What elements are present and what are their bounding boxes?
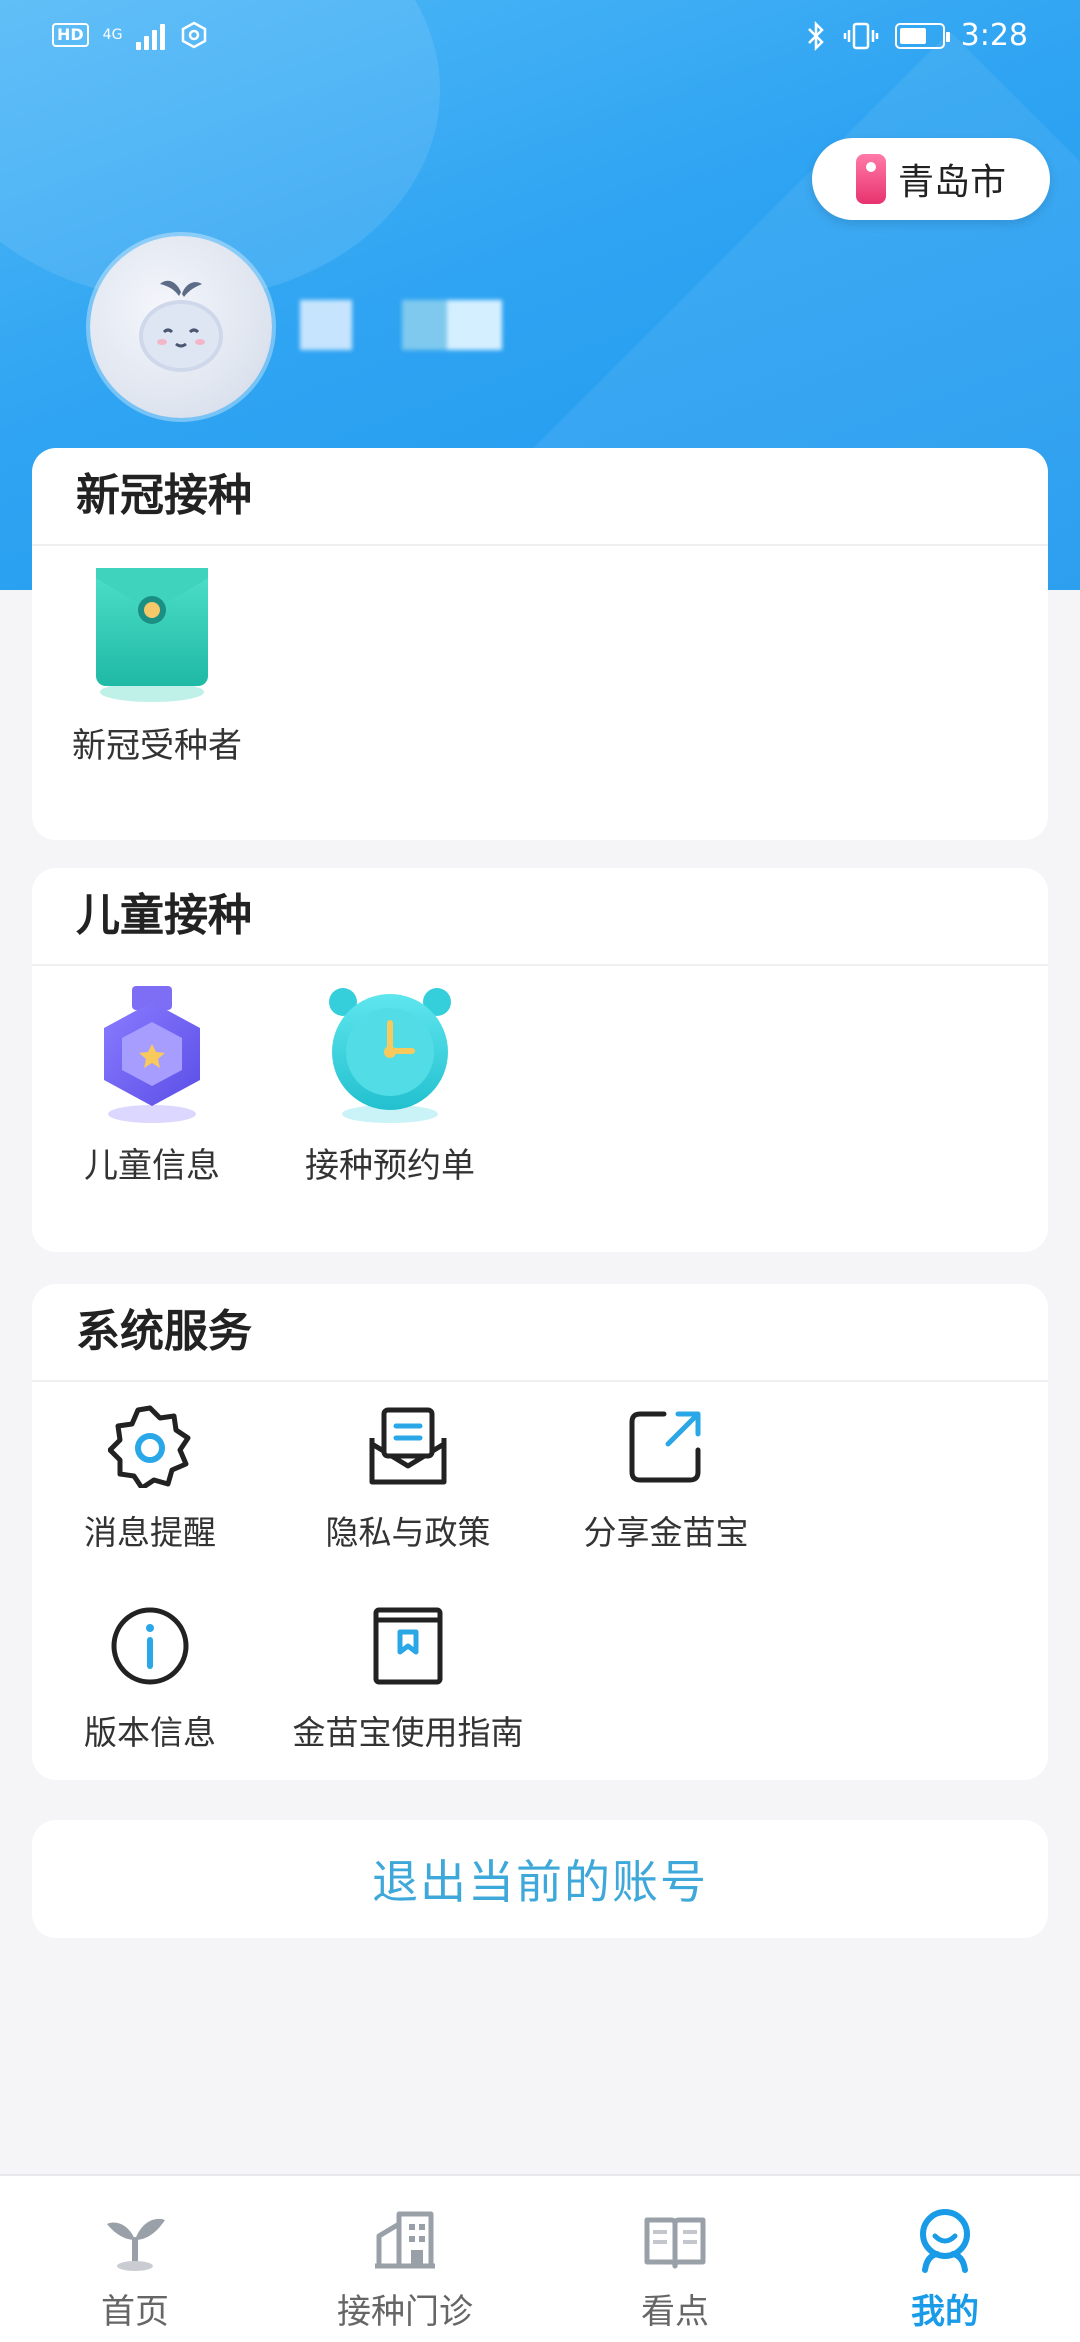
section-title-child: 儿童接种 [32, 868, 1048, 966]
tile-label: 接种预约单 [305, 1146, 475, 1186]
covid-recipient-tile[interactable]: 新冠受种者 [72, 560, 242, 767]
nav-item-mine[interactable]: 我的 [810, 2176, 1080, 2342]
tile-label: 隐私与政策 [325, 1513, 491, 1552]
network-type: 4G [102, 27, 123, 43]
nav-label: 首页 [101, 2292, 169, 2332]
hexagon-status-icon [182, 21, 207, 49]
child-vaccination-card: 儿童接种 儿童信息 接种预约单 [32, 868, 1048, 1252]
document-icon [369, 1407, 447, 1485]
tile-label: 儿童信息 [84, 1146, 220, 1186]
profile-icon [920, 2209, 970, 2273]
section-title-covid: 新冠接种 [32, 448, 1048, 546]
status-bar: HD 4G 3:28 [0, 0, 1080, 76]
nav-label: 我的 [911, 2292, 979, 2332]
status-time: 3:28 [960, 18, 1028, 53]
nav-item-highlights[interactable]: 看点 [540, 2176, 810, 2342]
hd-badge: HD [52, 23, 89, 47]
signal-icon [136, 20, 166, 50]
medal-icon [104, 986, 200, 1123]
section-title-system: 系统服务 [32, 1284, 1048, 1382]
tile-label: 版本信息 [84, 1713, 216, 1752]
user-guide-tile[interactable]: 金苗宝使用指南 [278, 1604, 538, 1754]
username-redacted [300, 300, 502, 350]
nav-item-home[interactable]: 首页 [0, 2176, 270, 2342]
book-open-icon [644, 2217, 706, 2269]
logout-button[interactable]: 退出当前的账号 [32, 1820, 1048, 1938]
bluetooth-icon [807, 20, 824, 51]
system-services-card: 系统服务 消息提醒 隐私与政策 分享金苗宝 版本信息 金苗宝使用指南 [32, 1284, 1048, 1780]
vibrate-icon [843, 22, 878, 49]
share-icon [629, 1411, 701, 1483]
logout-label: 退出当前的账号 [372, 1855, 708, 1909]
sprout-icon [107, 2218, 165, 2271]
tile-label: 金苗宝使用指南 [292, 1713, 524, 1752]
bottom-navigation: 首页 接种门诊 看点 我的 [0, 2174, 1080, 2342]
avatar[interactable] [90, 236, 272, 418]
message-reminder-tile[interactable]: 消息提醒 [50, 1404, 250, 1554]
city-selector-button[interactable]: 青岛市 [812, 138, 1050, 220]
privacy-policy-tile[interactable]: 隐私与政策 [308, 1404, 508, 1554]
battery-icon [894, 22, 950, 49]
tile-label: 分享金苗宝 [583, 1513, 749, 1552]
version-info-tile[interactable]: 版本信息 [50, 1604, 250, 1754]
clinic-icon [375, 2211, 435, 2269]
nav-item-clinic[interactable]: 接种门诊 [270, 2176, 540, 2342]
child-info-tile[interactable]: 儿童信息 [72, 980, 232, 1187]
nav-label: 看点 [641, 2292, 709, 2332]
tile-label: 消息提醒 [84, 1513, 216, 1552]
city-label: 青岛市 [897, 162, 1006, 203]
location-tag-icon [855, 154, 886, 204]
covid-vaccination-card: 新冠接种 新冠受种者 [32, 448, 1048, 840]
gear-icon [108, 1405, 191, 1488]
share-app-tile[interactable]: 分享金苗宝 [566, 1404, 766, 1554]
nav-label: 接种门诊 [337, 2292, 473, 2332]
envelope-icon [96, 568, 208, 702]
tile-label: 新冠受种者 [72, 726, 242, 766]
book-icon [373, 1607, 443, 1685]
info-icon [111, 1607, 189, 1685]
mascot-icon [139, 280, 223, 372]
vaccination-appointment-tile[interactable]: 接种预约单 [290, 980, 490, 1187]
clock-icon [329, 988, 451, 1123]
